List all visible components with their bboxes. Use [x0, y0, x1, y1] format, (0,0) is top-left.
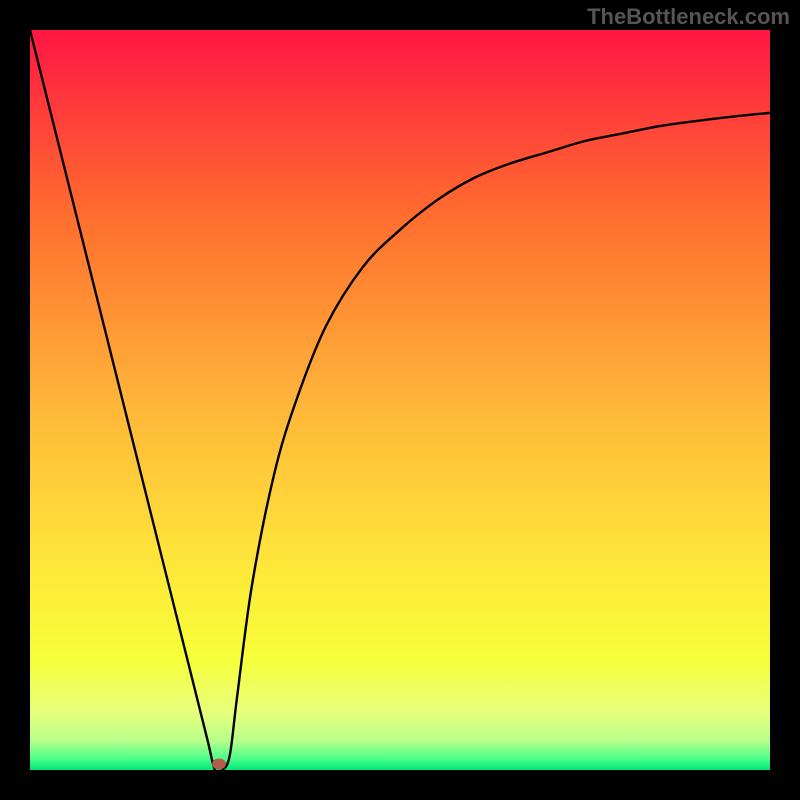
- watermark-text: TheBottleneck.com: [587, 4, 790, 30]
- chart-plot-area: [30, 30, 770, 770]
- chart-svg: [30, 30, 770, 770]
- optimal-point-marker: [212, 759, 226, 770]
- chart-background: [30, 30, 770, 770]
